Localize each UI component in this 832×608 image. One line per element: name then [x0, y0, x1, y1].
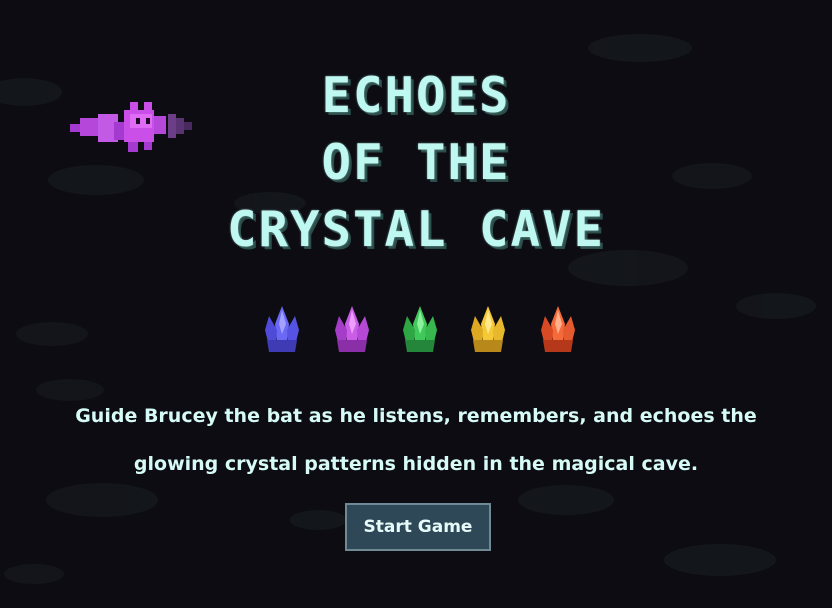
game-description: Guide Brucey the bat as he listens, reme…: [75, 405, 757, 475]
purple-crystal-icon: [335, 306, 369, 352]
yellow-crystal-icon: [471, 306, 505, 352]
red-crystal-icon: [541, 306, 575, 352]
cave-rock: [290, 510, 346, 530]
cave-rock: [736, 293, 816, 319]
cave-rock: [16, 322, 88, 346]
cave-rock: [518, 485, 614, 515]
green-crystal-icon: [403, 306, 437, 352]
blue-crystal-icon: [265, 306, 299, 352]
cave-rock: [46, 483, 158, 517]
crystal-row: [255, 304, 585, 356]
title-line-3: CRYSTAL CAVE: [226, 201, 605, 258]
cave-rock: [4, 564, 64, 584]
title-line-2: OF THE: [321, 134, 511, 191]
title-line-1: ECHOES: [321, 67, 511, 124]
cave-rock: [664, 544, 776, 576]
game-title: ECHOES OF THE CRYSTAL CAVE: [0, 62, 832, 263]
cave-rock: [588, 34, 692, 62]
start-game-button[interactable]: Start Game: [345, 503, 491, 551]
